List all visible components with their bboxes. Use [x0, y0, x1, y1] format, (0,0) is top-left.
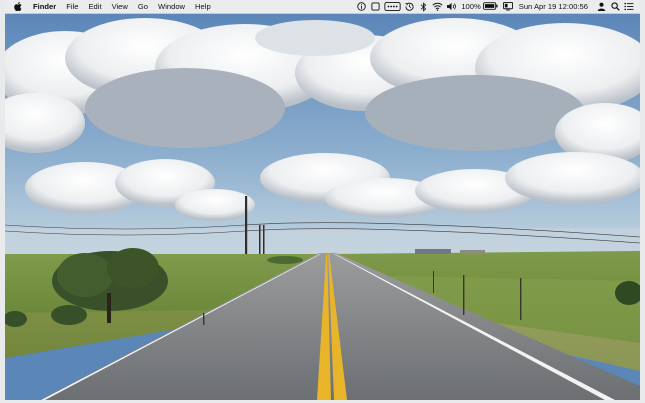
battery-status[interactable]: 100%: [458, 0, 500, 13]
menu-window[interactable]: Window: [153, 0, 190, 13]
screen: Finder File Edit View Go Window Help 100…: [5, 0, 640, 400]
menu-go[interactable]: Go: [133, 0, 153, 13]
time-machine-icon[interactable]: [402, 0, 416, 13]
display-icon[interactable]: [501, 0, 515, 13]
apple-menu-icon[interactable]: [5, 2, 28, 11]
menu-help[interactable]: Help: [190, 0, 216, 13]
menu-edit[interactable]: Edit: [83, 0, 106, 13]
wifi-icon[interactable]: [430, 0, 444, 13]
user-icon[interactable]: [594, 0, 608, 13]
bluetooth-icon[interactable]: [416, 0, 430, 13]
menu-view[interactable]: View: [107, 0, 133, 13]
menu-bar-left: Finder File Edit View Go Window Help: [5, 0, 216, 13]
menu-finder[interactable]: Finder: [28, 0, 61, 13]
stop-icon[interactable]: [368, 0, 382, 13]
menu-file[interactable]: File: [61, 0, 83, 13]
password-icon[interactable]: [382, 0, 402, 13]
menu-bar: Finder File Edit View Go Window Help 100…: [5, 0, 640, 14]
menu-list-icon[interactable]: [622, 0, 636, 13]
volume-icon[interactable]: [444, 0, 458, 13]
desktop-wallpaper: [5, 13, 640, 400]
battery-icon: [482, 1, 498, 12]
search-icon[interactable]: [608, 0, 622, 13]
clock[interactable]: Sun Apr 19 12:00:56: [515, 0, 594, 13]
info-icon[interactable]: [354, 0, 368, 13]
menu-bar-status: 100% Sun Apr 19 12:00:56: [354, 0, 640, 13]
battery-percent: 100%: [461, 2, 481, 11]
